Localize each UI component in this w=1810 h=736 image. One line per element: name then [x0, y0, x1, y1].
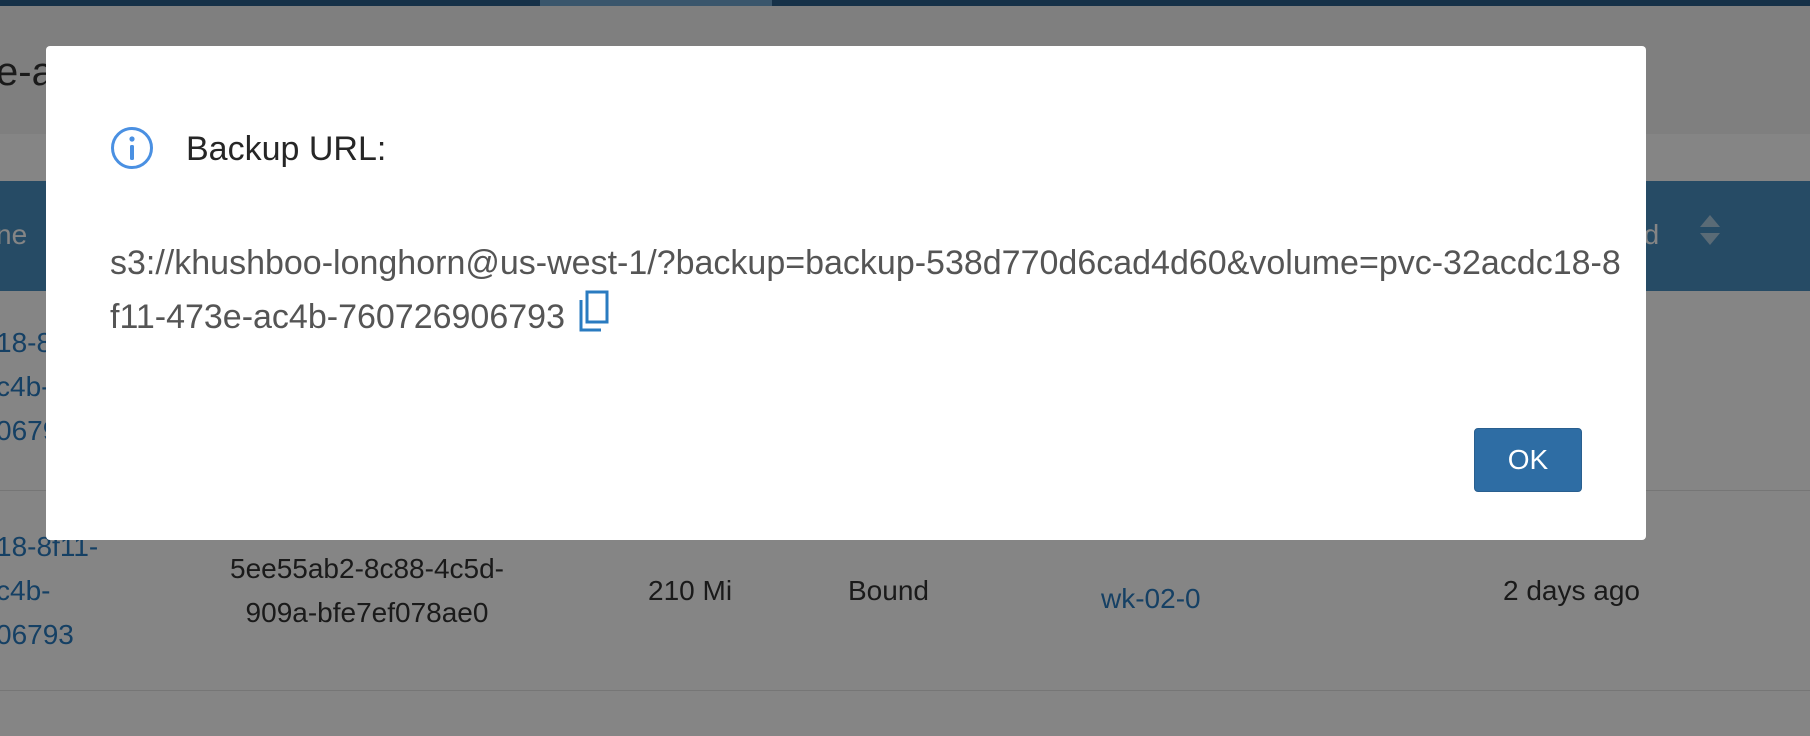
- ok-button[interactable]: OK: [1474, 428, 1582, 492]
- copy-icon[interactable]: [577, 290, 611, 334]
- backup-url-text: s3://khushboo-longhorn@us-west-1/?backup…: [110, 236, 1630, 344]
- info-circle-icon: [111, 127, 153, 169]
- dialog-title: Backup URL:: [186, 130, 387, 168]
- backup-url-value: s3://khushboo-longhorn@us-west-1/?backup…: [110, 244, 1621, 336]
- app: e-a ne ed 18-8 c4b- 0679 o 18-8f11- c4b-…: [0, 0, 1810, 736]
- backup-url-dialog: Backup URL: s3://khushboo-longhorn@us-we…: [46, 46, 1646, 540]
